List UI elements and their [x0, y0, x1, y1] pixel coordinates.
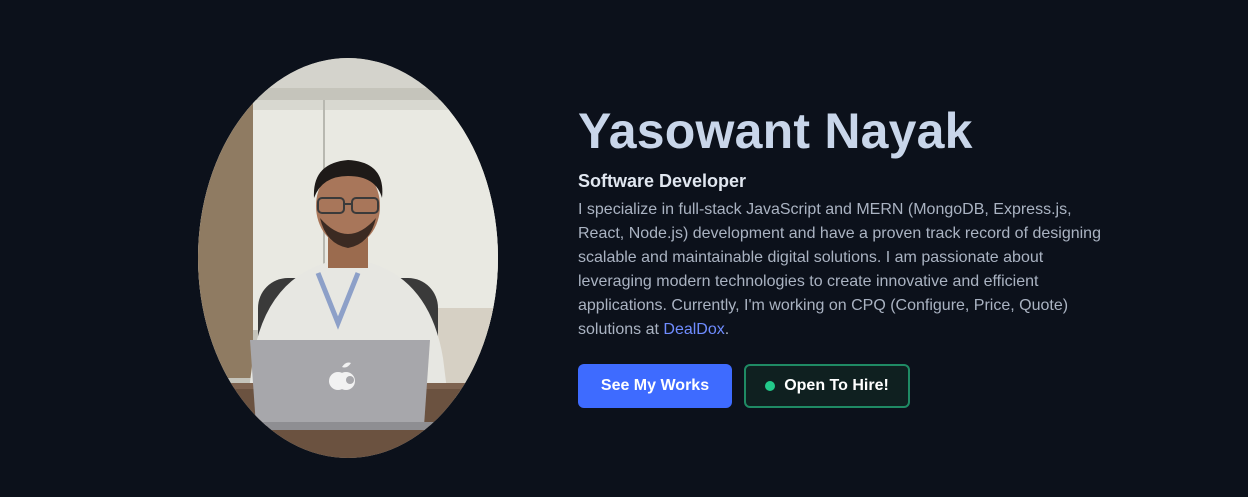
hero-actions: See My Works Open To Hire!: [578, 364, 910, 408]
profile-bio-text: I specialize in full-stack JavaScript an…: [578, 201, 1101, 338]
profile-info: Yasowant Nayak Software Developer I spec…: [578, 100, 1108, 342]
profile-photo: [198, 58, 498, 458]
open-to-hire-button[interactable]: Open To Hire!: [744, 364, 910, 408]
profile-name: Yasowant Nayak: [578, 103, 973, 159]
profile-role: Software Developer: [578, 171, 747, 191]
profile-bio-end: .: [724, 321, 730, 338]
profile-photo-illustration: [198, 58, 498, 458]
hero-section: Yasowant Nayak Software Developer I spec…: [0, 0, 1248, 497]
see-my-works-button[interactable]: See My Works: [578, 364, 732, 408]
open-to-hire-label: Open To Hire!: [784, 377, 889, 394]
profile-bio: I specialize in full-stack JavaScript an…: [578, 198, 1108, 342]
status-dot-icon: [765, 381, 776, 391]
company-link[interactable]: DealDox: [663, 321, 724, 338]
